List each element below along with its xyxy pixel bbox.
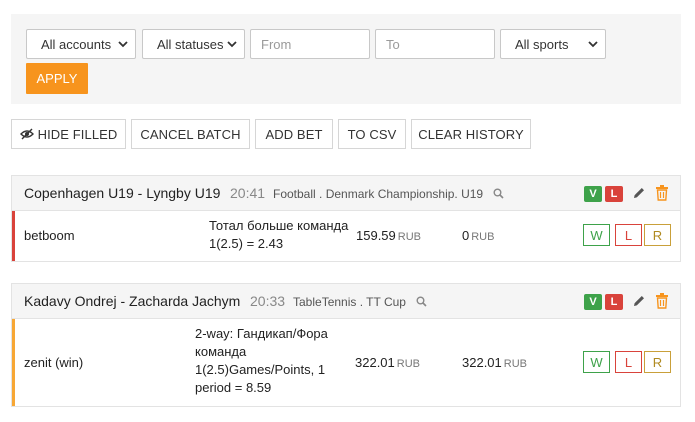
lost-badge[interactable]: L — [605, 186, 623, 202]
payout-currency: RUB — [503, 358, 527, 370]
from-date-placeholder: From — [261, 36, 292, 52]
search-icon[interactable] — [416, 296, 427, 307]
bet-row: zenit (win) 2-way: Гандикап/Фора команда… — [12, 319, 680, 406]
pencil-icon[interactable] — [632, 294, 646, 308]
chevron-down-icon — [118, 41, 128, 48]
payout-amount: 322.01 RUB — [462, 355, 527, 370]
trash-icon[interactable] — [655, 185, 669, 201]
mark-refund-button[interactable]: R — [644, 224, 671, 246]
stake-value: 159.59 — [356, 228, 396, 243]
cancel-batch-button[interactable]: CANCEL BATCH — [131, 119, 250, 149]
stake-value: 322.01 — [355, 355, 395, 370]
bet-card-header: Copenhagen U19 - Lyngby U19 20:41 Footba… — [12, 176, 680, 211]
stake-currency: RUB — [397, 231, 421, 243]
payout-currency: RUB — [471, 231, 495, 243]
mark-won-button[interactable]: W — [583, 351, 610, 373]
market-description: Тотал больше команда 1(2.5) = 2.43 — [209, 218, 349, 251]
bet-card: Kadavy Ondrej - Zacharda Jachym 20:33 Ta… — [11, 283, 681, 407]
to-csv-button[interactable]: TO CSV — [338, 119, 406, 149]
payout-amount: 0 RUB — [462, 228, 494, 243]
hide-filled-label: HIDE FILLED — [37, 126, 118, 142]
payout-value: 322.01 — [462, 355, 502, 370]
add-bet-button[interactable]: ADD BET — [255, 119, 333, 149]
hide-filled-button[interactable]: HIDE FILLED — [11, 119, 126, 149]
stake-amount: 322.01 RUB — [355, 355, 420, 370]
accounts-select[interactable]: All accounts — [26, 29, 136, 59]
chevron-down-icon — [227, 41, 237, 48]
sports-select-value: All sports — [515, 36, 569, 52]
bet-card: Copenhagen U19 - Lyngby U19 20:41 Footba… — [11, 175, 681, 262]
mark-lost-button[interactable]: L — [615, 351, 642, 373]
stake-currency: RUB — [396, 358, 420, 370]
sports-select[interactable]: All sports — [500, 29, 606, 59]
lost-badge[interactable]: L — [605, 294, 623, 310]
filter-panel: All accounts All statuses From To All sp… — [11, 14, 681, 104]
to-date-input[interactable]: To — [375, 29, 495, 59]
void-badge[interactable]: V — [584, 186, 602, 202]
chevron-down-icon — [588, 41, 598, 48]
market-description: 2-way: Гандикап/Фора команда 1(2.5)Games… — [195, 326, 328, 395]
pencil-icon[interactable] — [632, 186, 646, 200]
match-time: 20:33 — [250, 293, 286, 309]
statuses-select[interactable]: All statuses — [142, 29, 245, 59]
to-date-placeholder: To — [386, 36, 400, 52]
accounts-select-value: All accounts — [41, 36, 112, 52]
bet-row: betboom Тотал больше команда 1(2.5) = 2.… — [12, 211, 680, 261]
trash-icon[interactable] — [655, 293, 669, 309]
payout-value: 0 — [462, 228, 470, 243]
apply-button[interactable]: APPLY — [26, 63, 88, 94]
eye-slash-icon — [19, 128, 34, 140]
match-title: Copenhagen U19 - Lyngby U19 — [24, 185, 221, 201]
statuses-select-value: All statuses — [157, 36, 224, 52]
clear-history-button[interactable]: CLEAR HISTORY — [411, 119, 531, 149]
bookmaker-name: betboom — [24, 228, 75, 243]
match-title: Kadavy Ondrej - Zacharda Jachym — [24, 293, 241, 309]
mark-refund-button[interactable]: R — [644, 351, 671, 373]
bet-card-header: Kadavy Ondrej - Zacharda Jachym 20:33 Ta… — [12, 284, 680, 319]
search-icon[interactable] — [493, 188, 504, 199]
stake-amount: 159.59 RUB — [356, 228, 421, 243]
mark-won-button[interactable]: W — [583, 224, 610, 246]
void-badge[interactable]: V — [584, 294, 602, 310]
bookmaker-name: zenit (win) — [24, 355, 84, 370]
from-date-input[interactable]: From — [250, 29, 370, 59]
league-name: Football . Denmark Championship. U19 — [273, 187, 484, 201]
league-name: TableTennis . TT Cup — [293, 295, 406, 309]
match-time: 20:41 — [230, 185, 266, 201]
mark-lost-button[interactable]: L — [615, 224, 642, 246]
